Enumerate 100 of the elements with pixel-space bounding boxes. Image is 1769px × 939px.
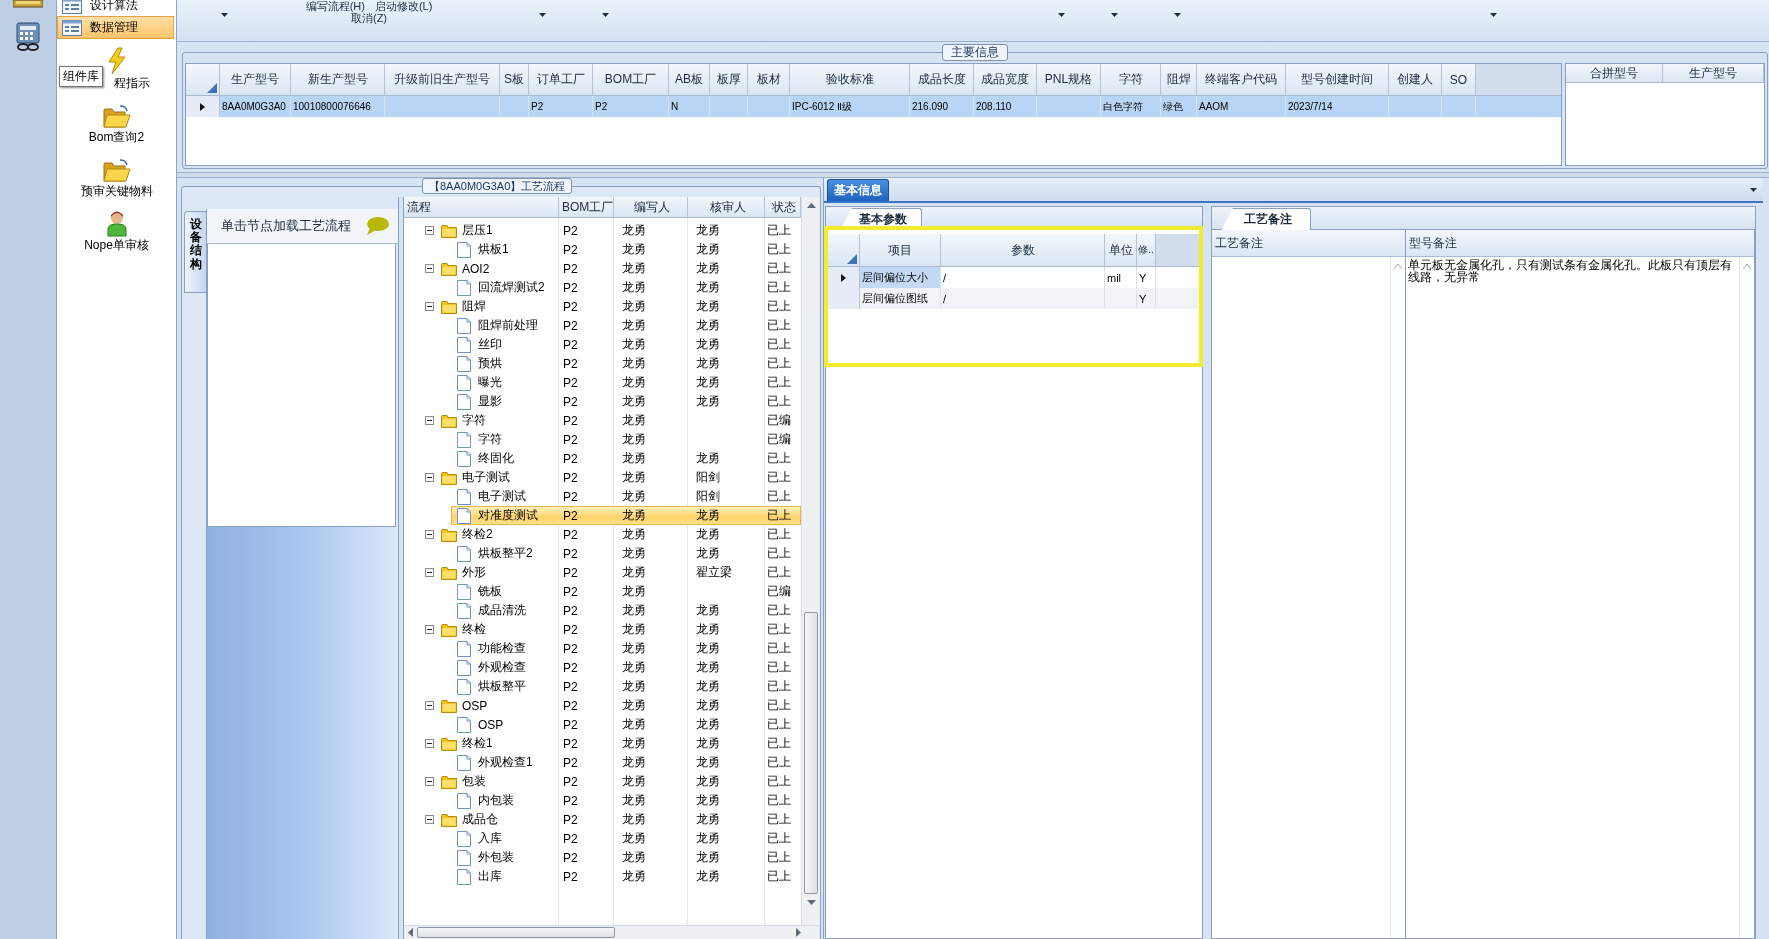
column-header[interactable]: 订单工厂 xyxy=(529,64,593,95)
tree-node[interactable]: 显影 xyxy=(478,393,502,410)
tool-label[interactable]: 预审关键物料 xyxy=(80,183,153,200)
column-header[interactable]: 项目 xyxy=(860,234,941,266)
tree-node[interactable]: 终固化 xyxy=(478,450,514,467)
column-header[interactable]: 编写人 xyxy=(614,197,688,217)
collapse-icon[interactable] xyxy=(425,625,434,634)
side-tab[interactable]: 设备结构 xyxy=(184,211,206,293)
calculator-icon[interactable] xyxy=(13,22,43,52)
tree-node[interactable]: 外观检查1 xyxy=(478,754,533,771)
tree-node[interactable]: 外包装 xyxy=(478,849,514,866)
row-header[interactable] xyxy=(828,267,860,288)
tree-node[interactable]: 曝光 xyxy=(478,374,502,391)
tab[interactable]: 工艺备注 xyxy=(1221,208,1311,230)
selected-row[interactable]: 对准度测试 P2 龙勇 龙勇 已上 xyxy=(451,506,801,525)
tab[interactable]: 基本信息 xyxy=(827,179,889,201)
scroll-thumb[interactable] xyxy=(804,612,818,894)
tree-node[interactable]: OSP xyxy=(478,717,504,732)
tree-node[interactable]: 内包装 xyxy=(478,792,514,809)
column-header[interactable]: 新生产型号 xyxy=(291,64,385,95)
corner-triangle-icon[interactable] xyxy=(847,254,857,264)
column-header[interactable]: 合拼型号 xyxy=(1566,64,1663,82)
tree-node[interactable]: 字符 xyxy=(478,431,502,448)
column-header[interactable]: 升级前旧生产型号 xyxy=(385,64,500,95)
tree-node[interactable]: 层压1 xyxy=(462,222,493,239)
menu-command[interactable]: 取消(Z) xyxy=(350,12,387,24)
column-header[interactable]: 成品长度 xyxy=(910,64,974,95)
column-header[interactable]: 字符 xyxy=(1101,64,1161,95)
tree-node[interactable]: 丝印 xyxy=(478,336,502,353)
column-header[interactable]: BOM工厂 xyxy=(559,197,614,217)
dropdown-caret-icon[interactable] xyxy=(539,13,546,17)
dropdown-caret-icon[interactable] xyxy=(1111,13,1118,17)
collapse-icon[interactable] xyxy=(425,739,434,748)
tree-node[interactable]: 烘板1 xyxy=(478,241,509,258)
app-icon[interactable] xyxy=(13,0,43,8)
collapse-icon[interactable] xyxy=(425,777,434,786)
tree-node[interactable]: 烘板整平2 xyxy=(478,545,533,562)
dropdown-caret-icon[interactable] xyxy=(602,13,609,17)
tool-label[interactable]: Bom查询2 xyxy=(88,129,145,146)
horizontal-scrollbar[interactable] xyxy=(404,925,819,939)
collapse-icon[interactable] xyxy=(425,815,434,824)
tree-node[interactable]: 回流焊测试2 xyxy=(478,279,545,296)
scroll-down-icon[interactable] xyxy=(806,900,816,905)
scroll-left-icon[interactable] xyxy=(408,928,413,937)
column-header[interactable]: 生产型号 xyxy=(1663,64,1764,82)
column-header[interactable]: 工艺备注 xyxy=(1212,230,1406,257)
dropdown-caret-icon[interactable] xyxy=(1750,188,1757,192)
person-icon[interactable] xyxy=(105,211,128,237)
column-header[interactable]: 流程 xyxy=(404,197,559,217)
tree-node[interactable]: 铣板 xyxy=(478,583,502,600)
vertical-scrollbar[interactable] xyxy=(801,197,820,925)
tree-node[interactable]: 包装 xyxy=(462,773,486,790)
tree-node[interactable]: 出库 xyxy=(478,868,502,885)
tree-node[interactable]: 入库 xyxy=(478,830,502,847)
corner-triangle-icon[interactable] xyxy=(207,83,217,93)
tree-node[interactable]: 终检 xyxy=(462,621,486,638)
dropdown-caret-icon[interactable] xyxy=(1490,13,1497,17)
tree-node[interactable]: 成品仓 xyxy=(462,811,498,828)
tree-node[interactable]: 电子测试 xyxy=(478,488,526,505)
tree-node[interactable]: 终检1 xyxy=(462,735,493,752)
tool-label[interactable]: Nope单审核 xyxy=(84,237,149,254)
column-header[interactable]: AB板 xyxy=(669,64,710,95)
tree-node[interactable]: 阻焊 xyxy=(462,298,486,315)
column-header[interactable]: 验收标准 xyxy=(790,64,910,95)
tree-node[interactable]: 烘板整平 xyxy=(478,678,526,695)
nav-item[interactable]: 数据管理 xyxy=(57,16,174,39)
column-header[interactable]: 板厚 xyxy=(710,64,748,95)
dropdown-caret-icon[interactable] xyxy=(1058,13,1065,17)
collapse-icon[interactable] xyxy=(425,416,434,425)
collapse-icon[interactable] xyxy=(425,568,434,577)
column-header[interactable]: 参数 xyxy=(941,234,1105,266)
scroll-up-icon[interactable] xyxy=(806,203,816,208)
column-header[interactable]: PNL规格 xyxy=(1037,64,1101,95)
selected-row[interactable]: 8AA0M0G3A0 10010800076646 P2 P2 N IPC-6012 Ⅱ级 216.090 208.110 白色字符 绿色 AAOM 2023/7/14 xyxy=(186,96,1561,117)
column-header[interactable]: S板 xyxy=(500,64,529,95)
column-header[interactable]: 创建人 xyxy=(1389,64,1442,95)
tree-node[interactable]: 外形 xyxy=(462,564,486,581)
dropdown-caret-icon[interactable] xyxy=(221,13,228,17)
tree-node[interactable]: 功能检查 xyxy=(478,640,526,657)
tree-node[interactable]: 终检2 xyxy=(462,526,493,543)
column-header[interactable]: BOM工厂 xyxy=(593,64,669,95)
tree-node[interactable]: 对准度测试 xyxy=(478,507,538,524)
column-header[interactable]: 核审人 xyxy=(688,197,765,217)
scroll-thumb[interactable] xyxy=(417,927,615,938)
column-header[interactable]: 单位 xyxy=(1105,234,1137,266)
column-header[interactable]: 终端客户代码 xyxy=(1197,64,1286,95)
column-header[interactable]: 型号创建时间 xyxy=(1286,64,1389,95)
collapse-icon[interactable] xyxy=(425,302,434,311)
folder-icon[interactable] xyxy=(102,159,131,183)
row-header[interactable] xyxy=(186,96,220,117)
collapse-icon[interactable] xyxy=(425,701,434,710)
dropdown-caret-icon[interactable] xyxy=(1174,13,1181,17)
menu-command[interactable]: 启动修改(L) xyxy=(374,0,433,12)
collapse-icon[interactable] xyxy=(425,226,434,235)
tree-node[interactable]: AOI2 xyxy=(462,261,490,276)
tree-node[interactable]: 字符 xyxy=(462,412,486,429)
collapse-icon[interactable] xyxy=(425,264,434,273)
column-header[interactable]: 阻焊 xyxy=(1161,64,1197,95)
column-header[interactable]: 生产型号 xyxy=(220,64,291,95)
collapse-icon[interactable] xyxy=(425,473,434,482)
